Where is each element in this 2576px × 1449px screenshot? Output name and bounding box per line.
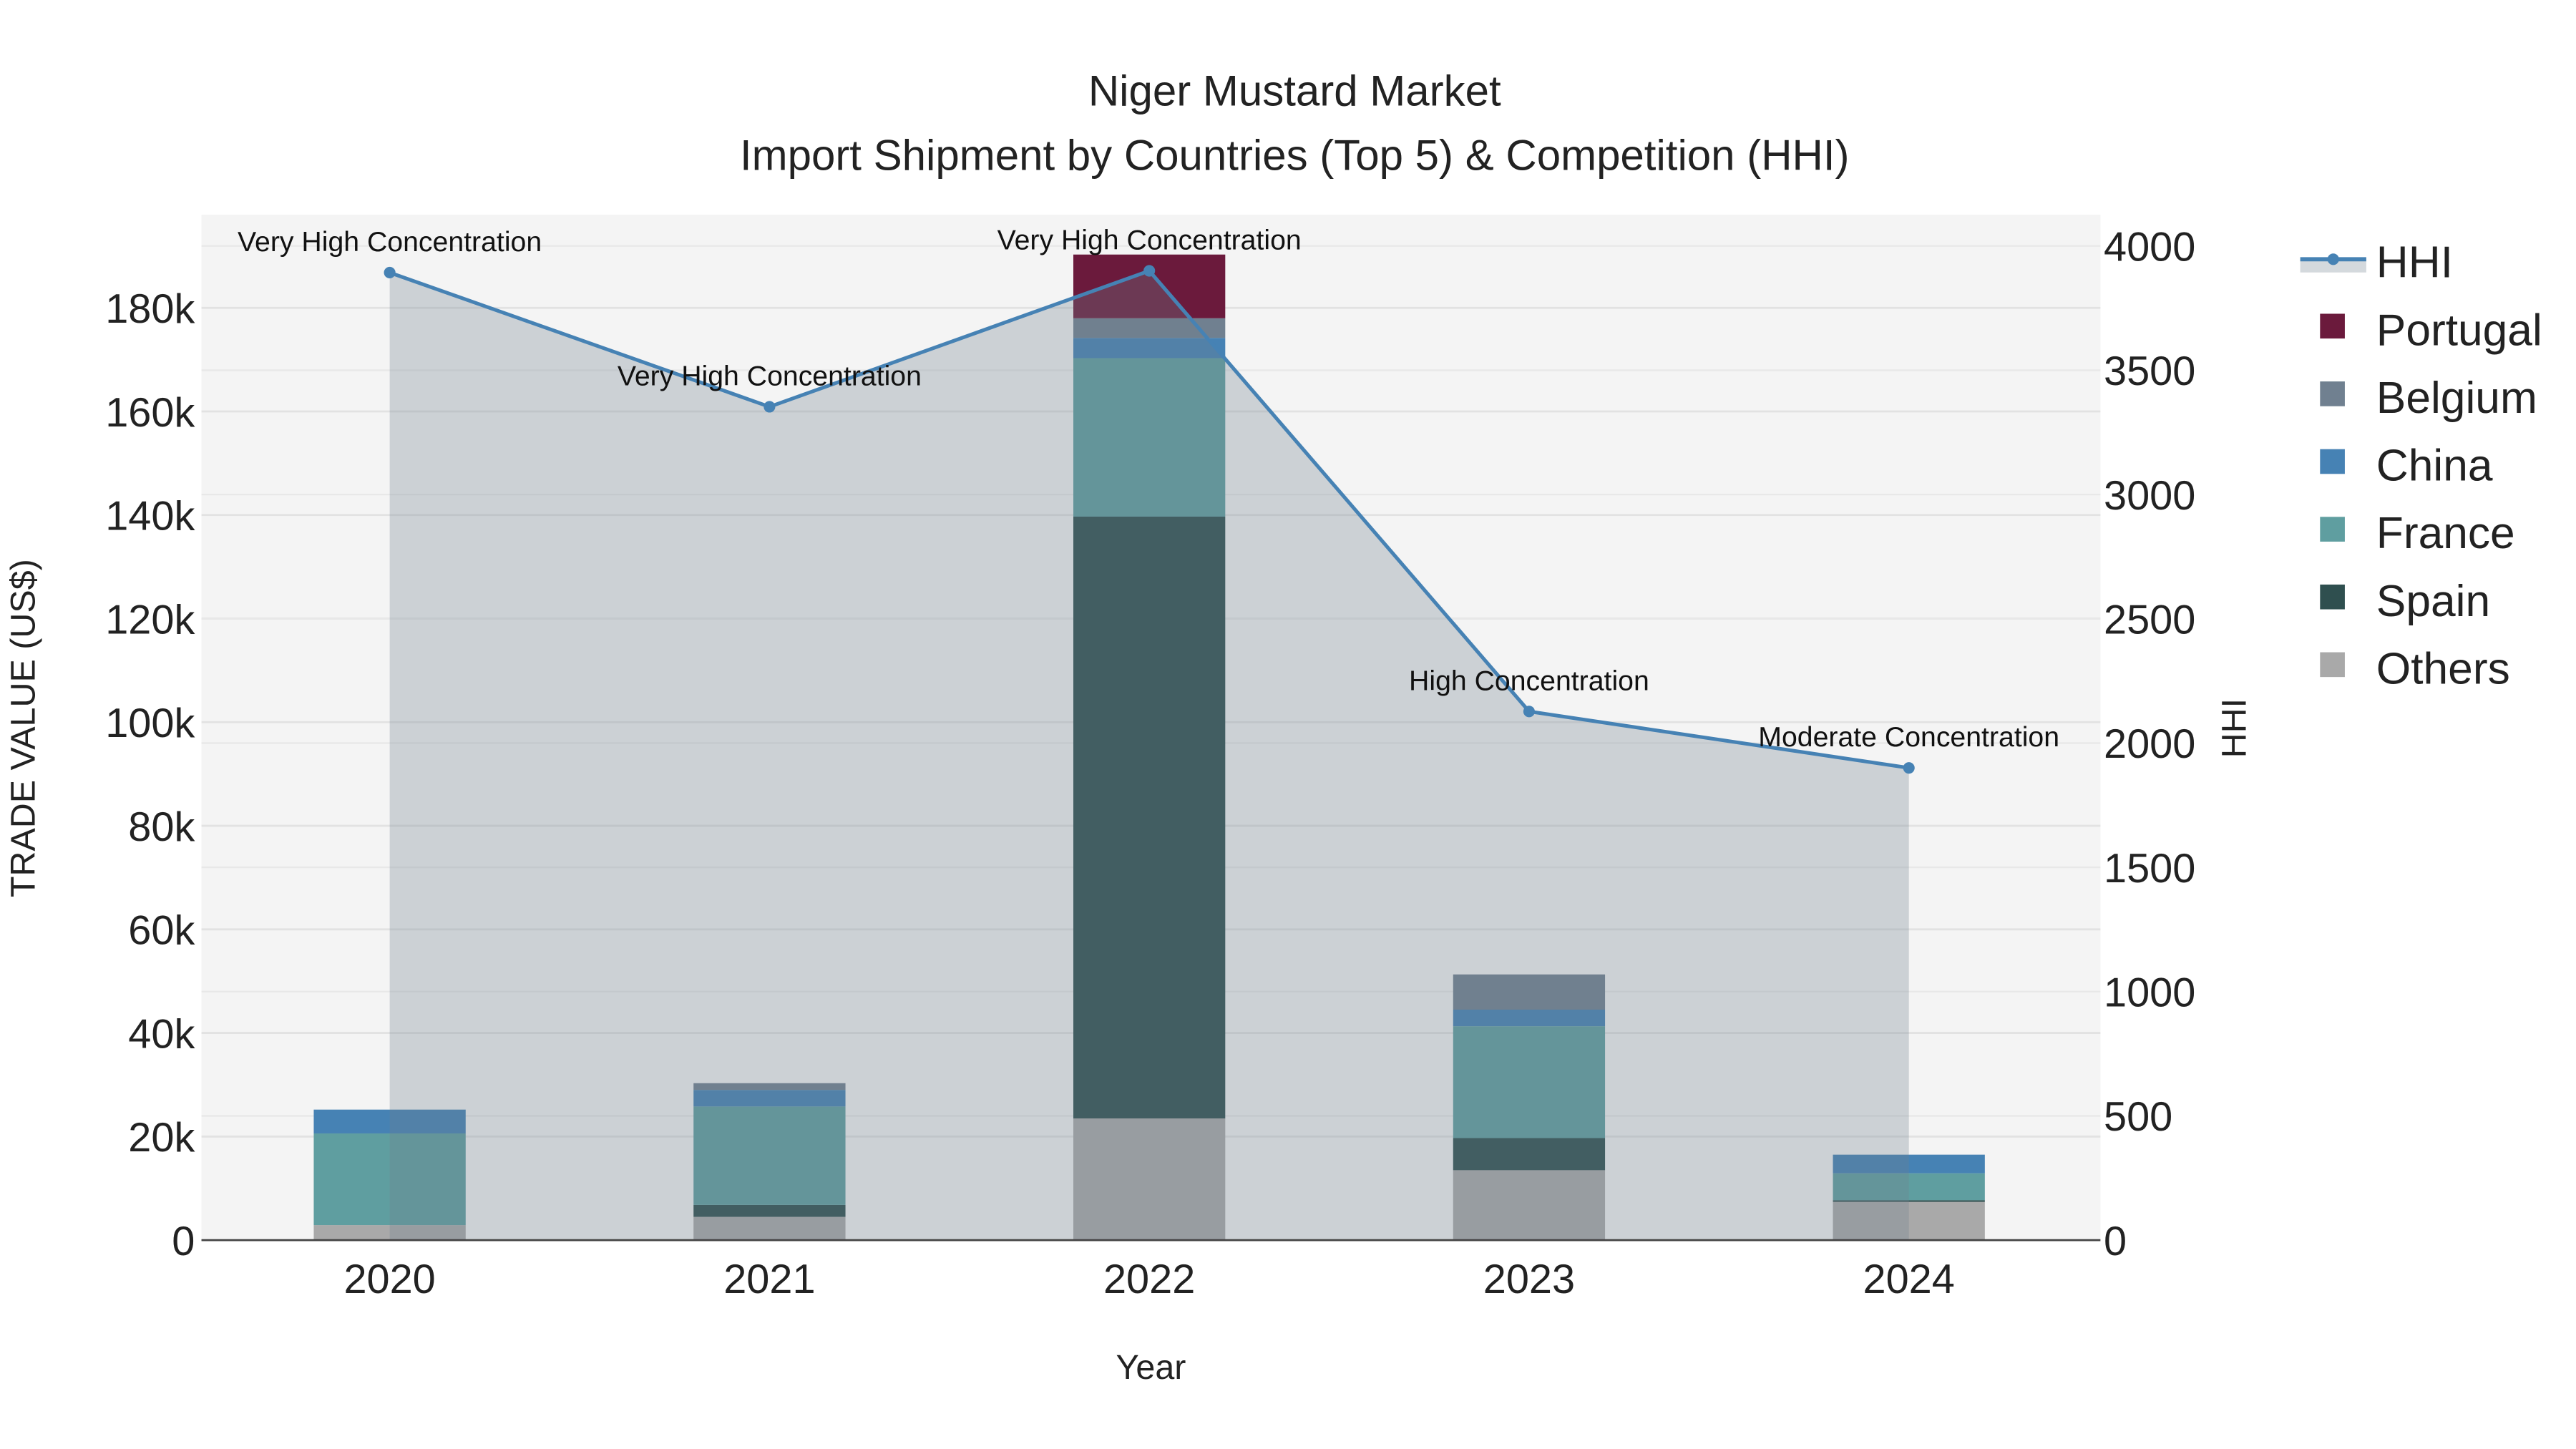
y-tick-label: 140k <box>105 494 195 540</box>
legend-swatch-hhi-marker <box>2327 253 2339 265</box>
legend-label-france: France <box>2376 509 2515 558</box>
legend-label-spain: Spain <box>2376 577 2490 626</box>
x-axis-title: Year <box>1116 1348 1186 1387</box>
hhi-annotation: Moderate Concentration <box>1758 721 2059 753</box>
hhi-annotation: Very High Concentration <box>997 224 1302 255</box>
legend-label-hhi: HHI <box>2376 238 2453 288</box>
y-tick-label: 20k <box>128 1115 195 1161</box>
legend-swatch-others <box>2320 652 2345 678</box>
x-tick-label: 2021 <box>723 1257 815 1302</box>
legend-label-china: China <box>2376 441 2493 491</box>
hhi-point-2023 <box>1523 706 1535 718</box>
y2-tick-label: 1000 <box>2104 970 2195 1016</box>
x-tick-label: 2020 <box>343 1257 435 1302</box>
y-tick-label: 40k <box>128 1011 195 1057</box>
y-tick-label: 100k <box>105 701 195 746</box>
hhi-annotation: High Concentration <box>1409 665 1649 696</box>
hhi-point-2022 <box>1143 265 1156 277</box>
x-tick-label: 2023 <box>1483 1257 1575 1302</box>
y-tick-label: 60k <box>128 908 195 954</box>
x-tick-label: 2022 <box>1103 1257 1195 1302</box>
y-tick-label: 80k <box>128 804 195 850</box>
y-tick-label: 120k <box>105 597 195 643</box>
y-tick-label: 160k <box>105 390 195 436</box>
legend-swatch-belgium <box>2320 381 2345 406</box>
chart-subtitle: Import Shipment by Countries (Top 5) & C… <box>740 132 1850 180</box>
legend-label-portugal: Portugal <box>2376 306 2542 355</box>
hhi-point-2021 <box>763 401 776 413</box>
hhi-annotation: Very High Concentration <box>618 360 922 391</box>
legend-swatch-portugal <box>2320 313 2345 339</box>
y2-tick-label: 2500 <box>2104 597 2195 643</box>
y2-tick-label: 3500 <box>2104 348 2195 394</box>
y2-tick-label: 1500 <box>2104 846 2195 892</box>
hhi-point-2024 <box>1903 762 1915 774</box>
legend-swatch-spain <box>2320 584 2345 610</box>
y2-tick-label: 0 <box>2104 1219 2127 1264</box>
y2-tick-label: 2000 <box>2104 721 2195 767</box>
y-tick-label: 180k <box>105 286 195 332</box>
y2-axis-title: HHI <box>2215 698 2253 758</box>
legend-label-belgium: Belgium <box>2376 374 2537 423</box>
y2-tick-label: 3000 <box>2104 473 2195 519</box>
legend-swatch-france <box>2320 517 2345 542</box>
chart: Very High Concentration Very High Concent… <box>0 0 2576 1449</box>
y-tick-label: 0 <box>172 1219 195 1264</box>
legend-label-others: Others <box>2376 644 2510 693</box>
legend-swatch-china <box>2320 449 2345 474</box>
x-tick-label: 2024 <box>1863 1257 1955 1302</box>
chart-title: Niger Mustard Market <box>1088 67 1501 115</box>
hhi-annotation: Very High Concentration <box>238 226 542 258</box>
y2-tick-label: 500 <box>2104 1094 2172 1140</box>
y-axis-title: TRADE VALUE (US$) <box>4 559 42 897</box>
hhi-point-2020 <box>384 266 396 279</box>
y2-tick-label: 4000 <box>2104 225 2195 270</box>
